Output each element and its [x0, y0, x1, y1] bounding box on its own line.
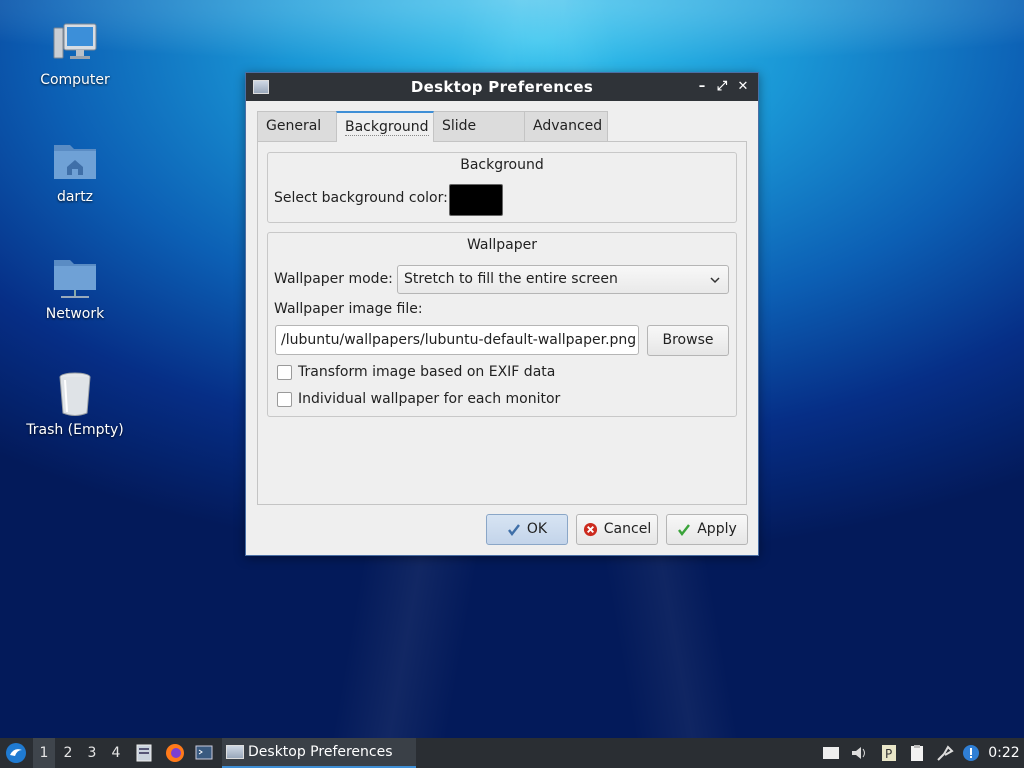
- maximize-button[interactable]: ⤢: [714, 78, 730, 96]
- tab-general[interactable]: General: [257, 111, 337, 141]
- workspace-1[interactable]: 1: [33, 738, 55, 768]
- tab-advanced[interactable]: Advanced: [524, 111, 608, 141]
- taskbar-task-desktop-preferences[interactable]: Desktop Preferences: [222, 738, 416, 768]
- wallpaper-mode-select[interactable]: Stretch to fill the entire screen: [397, 265, 729, 294]
- ok-button[interactable]: OK: [486, 514, 568, 545]
- desktop-icon-trash[interactable]: Trash (Empty): [20, 370, 130, 438]
- notes-icon[interactable]: [822, 744, 840, 762]
- desktop-icon-network[interactable]: Network: [20, 254, 130, 322]
- computer-icon: [53, 23, 97, 59]
- window-app-icon: [253, 80, 269, 94]
- cancel-button[interactable]: Cancel: [576, 514, 658, 545]
- parcellite-icon[interactable]: P: [880, 744, 898, 762]
- checkmark-icon: [507, 523, 520, 536]
- exif-label: Transform image based on EXIF data: [298, 364, 556, 380]
- firefox-launcher[interactable]: [164, 738, 186, 768]
- taskbar: 1 2 3 4 Desktop Preferences P 0:22: [0, 738, 1024, 768]
- background-group-title: Background: [460, 157, 544, 173]
- terminal-launcher[interactable]: [193, 738, 215, 768]
- desktop-icon-label: dartz: [56, 189, 94, 205]
- per-monitor-label: Individual wallpaper for each monitor: [298, 391, 561, 407]
- ok-button-label: OK: [526, 521, 548, 537]
- clipboard-icon[interactable]: [908, 744, 926, 762]
- background-tab-panel: Background Select background color: Wall…: [257, 141, 747, 505]
- network-icon[interactable]: [936, 744, 954, 762]
- file-manager-launcher[interactable]: [134, 738, 154, 768]
- background-group: Background Select background color:: [267, 152, 737, 223]
- workspace-3[interactable]: 3: [81, 738, 103, 768]
- wallpaper-mode-value: Stretch to fill the entire screen: [404, 271, 618, 287]
- workspace-2[interactable]: 2: [57, 738, 79, 768]
- desktop-preferences-dialog: Desktop Preferences – ⤢ ✕ General Backgr…: [245, 72, 759, 556]
- tab-background[interactable]: Background: [336, 111, 434, 142]
- update-notifier-icon[interactable]: [962, 744, 980, 762]
- clock[interactable]: 0:22: [986, 738, 1022, 768]
- lubuntu-logo-icon: [6, 743, 26, 763]
- background-color-label: Select background color:: [274, 190, 448, 206]
- workspace-4[interactable]: 4: [105, 738, 127, 768]
- firefox-icon: [166, 744, 184, 762]
- background-color-button[interactable]: [449, 184, 503, 216]
- file-manager-icon: [136, 744, 152, 762]
- wallpaper-file-input[interactable]: /lubuntu/wallpapers/lubuntu-default-wall…: [275, 325, 639, 355]
- home-folder-icon: [54, 145, 96, 179]
- start-menu-button[interactable]: [2, 738, 30, 768]
- checkmark-icon: [678, 523, 691, 536]
- network-folder-icon: [54, 260, 96, 298]
- titlebar[interactable]: Desktop Preferences – ⤢ ✕: [246, 73, 758, 101]
- volume-icon[interactable]: [850, 744, 868, 762]
- svg-text:P: P: [885, 747, 892, 761]
- window-title: Desktop Preferences: [410, 78, 594, 96]
- terminal-icon: [195, 745, 213, 760]
- wallpaper-group-title: Wallpaper: [466, 237, 538, 253]
- tab-bar: General Background Slide Show Advanced: [257, 111, 608, 162]
- tab-slide-show[interactable]: Slide Show: [433, 111, 525, 162]
- wallpaper-mode-label: Wallpaper mode:: [274, 271, 393, 287]
- cancel-icon: [583, 522, 597, 537]
- desktop-icon-label: Trash (Empty): [26, 422, 124, 438]
- wallpaper-group: Wallpaper Wallpaper mode: Stretch to fil…: [267, 232, 737, 417]
- tab-label: Advanced: [533, 118, 603, 134]
- desktop-icon-label: Network: [45, 306, 105, 322]
- window-app-icon: [226, 745, 244, 759]
- wallpaper-file-label: Wallpaper image file:: [274, 301, 423, 317]
- chevron-down-icon: [710, 277, 720, 284]
- desktop-icon-label: Computer: [40, 72, 110, 88]
- desktop-icon-home[interactable]: dartz: [20, 137, 130, 205]
- apply-button-label: Apply: [697, 521, 737, 537]
- per-monitor-checkbox[interactable]: [277, 392, 292, 407]
- apply-button[interactable]: Apply: [666, 514, 748, 545]
- tab-label: Background: [345, 119, 429, 136]
- close-button[interactable]: ✕: [735, 78, 751, 96]
- cancel-button-label: Cancel: [603, 521, 652, 537]
- browse-button[interactable]: Browse: [647, 325, 729, 356]
- exif-checkbox[interactable]: [277, 365, 292, 380]
- desktop-icon-computer[interactable]: Computer: [20, 20, 130, 88]
- tab-label: General: [266, 118, 322, 134]
- task-label: Desktop Preferences: [248, 744, 393, 760]
- minimize-button[interactable]: –: [694, 78, 710, 96]
- browse-button-label: Browse: [662, 332, 714, 348]
- trash-icon: [59, 372, 91, 416]
